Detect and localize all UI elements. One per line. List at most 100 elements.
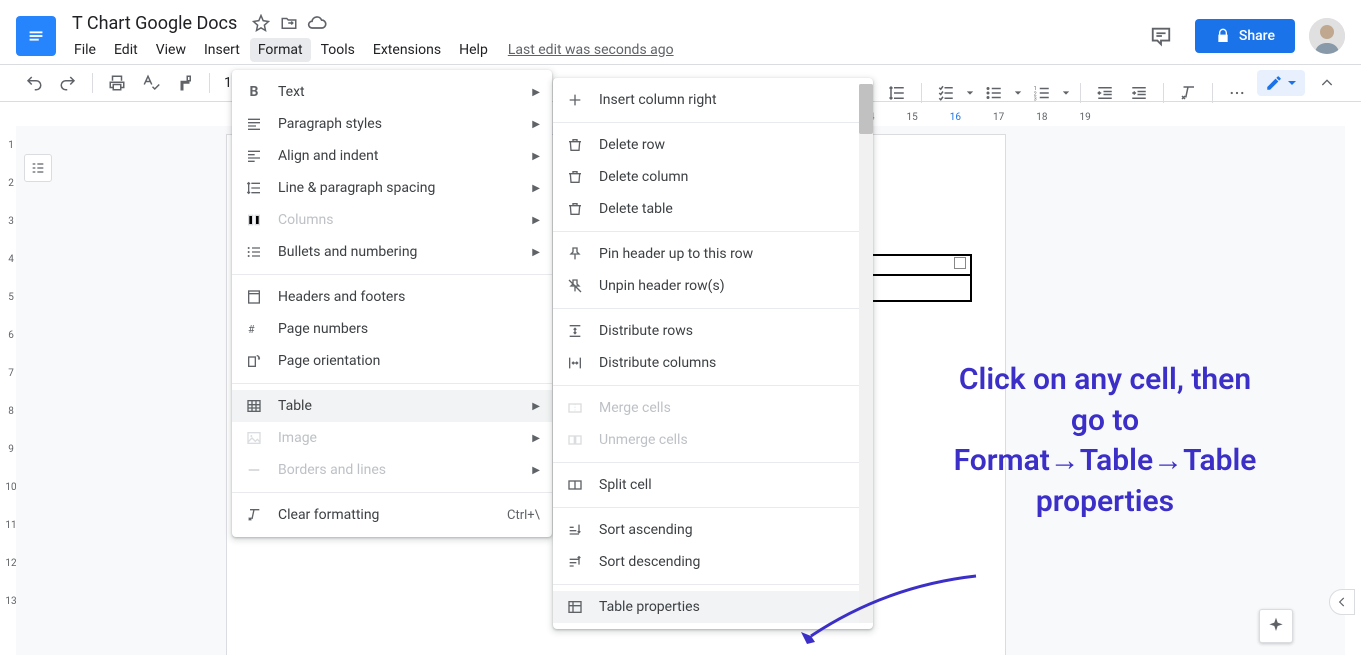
header: T Chart Google Docs File Edit View Inser… [0,0,1361,64]
title-area: T Chart Google Docs File Edit View Inser… [66,11,1141,62]
chevron-right-icon: ▶ [532,247,540,258]
distribute-cols-icon [565,353,585,373]
clear-format-button[interactable] [1174,79,1202,107]
chevron-right-icon: ▶ [532,119,540,130]
table-delete-row[interactable]: Delete row [553,129,873,161]
submenu-scrollbar[interactable] [859,84,873,623]
table-properties[interactable]: Table properties [553,591,873,623]
distribute-rows-icon [565,321,585,341]
menu-file[interactable]: File [66,38,104,62]
editing-mode-button[interactable] [1257,70,1305,96]
spellcheck-button[interactable] [137,69,165,97]
chevron-right-icon: ▶ [532,401,540,412]
chevron-right-icon: ▶ [532,87,540,98]
chevron-right-icon: ▶ [532,151,540,162]
outline-toggle[interactable] [24,154,52,182]
redo-button[interactable] [54,69,82,97]
comments-icon[interactable] [1141,16,1181,56]
chevron-down-icon [966,89,974,97]
format-align-indent[interactable]: Align and indent▶ [232,140,552,172]
table-sort-ascending[interactable]: Sort ascending [553,514,873,546]
table-props-icon [565,597,585,617]
trash-icon [565,167,585,187]
docs-logo[interactable] [16,16,56,56]
trash-icon [565,199,585,219]
unmerge-icon [565,430,585,450]
page-number-icon: # [244,319,264,339]
borders-icon [244,460,264,480]
line-spacing-button[interactable] [883,79,911,107]
format-page-numbers[interactable]: #Page numbers [232,313,552,345]
undo-button[interactable] [20,69,48,97]
table-merge-cells: Merge cells [553,392,873,424]
side-panel-toggle[interactable] [1329,589,1355,615]
menu-tools[interactable]: Tools [313,38,363,62]
chevron-down-icon [1014,89,1022,97]
svg-text:3: 3 [1034,97,1037,103]
format-line-spacing[interactable]: Line & paragraph spacing▶ [232,172,552,204]
checklist-button[interactable] [932,79,960,107]
format-borders-lines: Borders and lines▶ [232,454,552,486]
menu-format[interactable]: Format [250,38,311,62]
format-page-orientation[interactable]: Page orientation [232,345,552,377]
table-sort-descending[interactable]: Sort descending [553,546,873,578]
cloud-check-icon[interactable] [307,13,327,33]
more-tools-button[interactable] [1223,79,1251,107]
table-insert-column-right[interactable]: Insert column right [553,84,873,116]
unpin-icon [565,276,585,296]
menu-bar: File Edit View Insert Format Tools Exten… [66,38,1141,62]
chevron-right-icon: ▶ [532,465,540,476]
table-delete-table[interactable]: Delete table [553,193,873,225]
paint-format-button[interactable] [171,69,199,97]
collapse-toolbar-button[interactable] [1313,69,1341,97]
print-button[interactable] [103,69,131,97]
share-button[interactable]: Share [1195,19,1295,53]
line-spacing-icon [244,178,264,198]
menu-insert[interactable]: Insert [196,38,248,62]
move-icon[interactable] [279,13,299,33]
share-label: Share [1239,28,1275,44]
cell-tab-icon[interactable] [954,257,966,269]
clear-format-icon [244,505,264,525]
format-dropdown: BText▶ Paragraph styles▶ Align and inden… [232,70,552,537]
annotation-text: Click on any cell, then go to Format→Tab… [870,360,1340,522]
table-distribute-rows[interactable]: Distribute rows [553,315,873,347]
format-clear-formatting[interactable]: Clear formattingCtrl+\ [232,499,552,531]
docs-icon [25,22,47,50]
table-distribute-columns[interactable]: Distribute columns [553,347,873,379]
menu-view[interactable]: View [148,38,194,62]
user-avatar[interactable] [1309,18,1345,54]
bullet-list-button[interactable] [980,79,1008,107]
sort-desc-icon [565,552,585,572]
table-delete-column[interactable]: Delete column [553,161,873,193]
last-edit-link[interactable]: Last edit was seconds ago [508,42,674,58]
star-icon[interactable] [251,13,271,33]
numbered-list-button[interactable]: 123 [1028,79,1056,107]
align-icon [244,146,264,166]
chevron-right-icon: ▶ [532,433,540,444]
table-pin-header[interactable]: Pin header up to this row [553,238,873,270]
bold-icon: B [244,82,264,102]
bullets-icon [244,242,264,262]
format-paragraph-styles[interactable]: Paragraph styles▶ [232,108,552,140]
sort-asc-icon [565,520,585,540]
format-bullets-numbering[interactable]: Bullets and numbering▶ [232,236,552,268]
menu-edit[interactable]: Edit [106,38,146,62]
paragraph-icon [244,114,264,134]
table-split-cell[interactable]: Split cell [553,469,873,501]
menu-extensions[interactable]: Extensions [365,38,449,62]
indent-button[interactable] [1125,79,1153,107]
scrollbar-thumb[interactable] [859,84,873,134]
split-icon [565,475,585,495]
table-icon [244,396,264,416]
format-headers-footers[interactable]: Headers and footers [232,281,552,313]
table-unpin-header[interactable]: Unpin header row(s) [553,270,873,302]
pin-icon [565,244,585,264]
format-text[interactable]: BText▶ [232,76,552,108]
explore-button[interactable] [1259,609,1293,643]
outdent-button[interactable] [1091,79,1119,107]
document-title[interactable]: T Chart Google Docs [66,11,243,36]
table-submenu: Insert column right Delete row Delete co… [553,78,873,629]
menu-help[interactable]: Help [451,38,496,62]
format-table[interactable]: Table▶ [232,390,552,422]
